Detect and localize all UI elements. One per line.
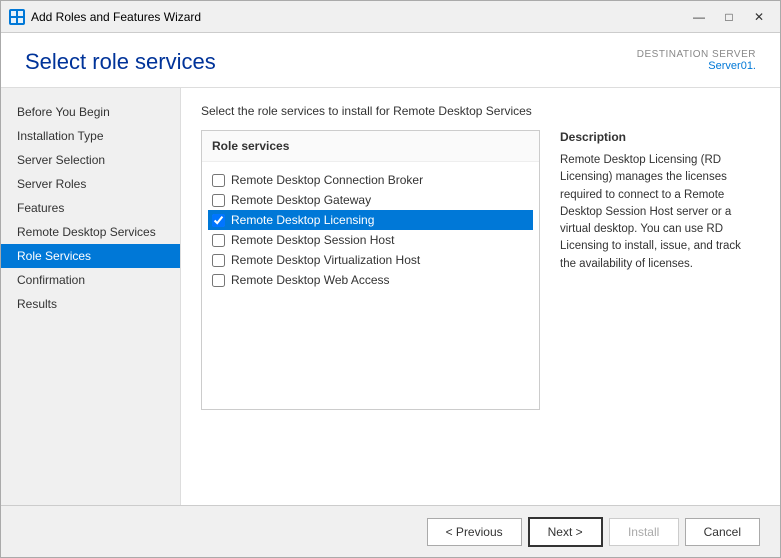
role-service-item-4[interactable]: Remote Desktop Virtualization Host [208,250,533,270]
sidebar-item-before-you-begin[interactable]: Before You Begin [1,100,180,124]
sidebar-item-results[interactable]: Results [1,292,180,316]
description-text: Remote Desktop Licensing (RD Licensing) … [560,152,760,273]
wizard-header: Select role services DESTINATION SERVER … [1,33,780,88]
previous-button[interactable]: < Previous [427,518,522,546]
role-service-item-0[interactable]: Remote Desktop Connection Broker [208,170,533,190]
role-service-label-3: Remote Desktop Session Host [231,233,394,247]
role-service-checkbox-4[interactable] [212,254,225,267]
destination-server-info: DESTINATION SERVER Server01. [637,49,756,72]
role-service-label-1: Remote Desktop Gateway [231,193,371,207]
role-service-item-2[interactable]: Remote Desktop Licensing [208,210,533,230]
description-title: Description [560,130,760,144]
footer: < Previous Next > Install Cancel [1,505,780,557]
role-service-label-2: Remote Desktop Licensing [231,213,374,227]
title-bar: Add Roles and Features Wizard — □ ✕ [1,1,780,33]
maximize-button[interactable]: □ [716,7,742,27]
role-service-checkbox-3[interactable] [212,234,225,247]
role-service-checkbox-2[interactable] [212,214,225,227]
title-bar-left: Add Roles and Features Wizard [9,9,201,25]
cancel-button[interactable]: Cancel [685,518,760,546]
role-service-item-1[interactable]: Remote Desktop Gateway [208,190,533,210]
close-button[interactable]: ✕ [746,7,772,27]
sidebar-item-remote-desktop-services[interactable]: Remote Desktop Services [1,220,180,244]
window-title: Add Roles and Features Wizard [31,10,201,24]
install-button: Install [609,518,679,546]
next-button[interactable]: Next > [528,517,603,547]
sidebar-item-confirmation[interactable]: Confirmation [1,268,180,292]
title-bar-controls: — □ ✕ [686,7,772,27]
sidebar-item-server-selection[interactable]: Server Selection [1,148,180,172]
role-service-checkbox-5[interactable] [212,274,225,287]
minimize-button[interactable]: — [686,7,712,27]
app-icon [9,9,25,25]
role-service-item-5[interactable]: Remote Desktop Web Access [208,270,533,290]
role-service-item-3[interactable]: Remote Desktop Session Host [208,230,533,250]
server-name: Server01. [637,60,756,72]
instruction-text: Select the role services to install for … [201,104,760,118]
panel-header: Role services [202,131,539,162]
description-panel: Description Remote Desktop Licensing (RD… [560,130,760,410]
sidebar-item-features[interactable]: Features [1,196,180,220]
content-area: Select the role services to install for … [181,88,780,505]
sidebar-item-role-services[interactable]: Role Services [1,244,180,268]
wizard-window: Add Roles and Features Wizard — □ ✕ Sele… [0,0,781,558]
sidebar-item-server-roles[interactable]: Server Roles [1,172,180,196]
role-service-label-0: Remote Desktop Connection Broker [231,173,423,187]
role-services-panel: Role services Remote Desktop Connection … [201,130,540,410]
two-column-layout: Role services Remote Desktop Connection … [201,130,760,410]
wizard-body: Before You BeginInstallation TypeServer … [1,88,780,505]
panel-list: Remote Desktop Connection Broker Remote D… [202,162,539,298]
role-service-checkbox-0[interactable] [212,174,225,187]
role-service-label-4: Remote Desktop Virtualization Host [231,253,420,267]
role-service-label-5: Remote Desktop Web Access [231,273,390,287]
sidebar-item-installation-type[interactable]: Installation Type [1,124,180,148]
sidebar: Before You BeginInstallation TypeServer … [1,88,181,505]
destination-label: DESTINATION SERVER [637,49,756,60]
page-title: Select role services [25,49,216,75]
role-service-checkbox-1[interactable] [212,194,225,207]
